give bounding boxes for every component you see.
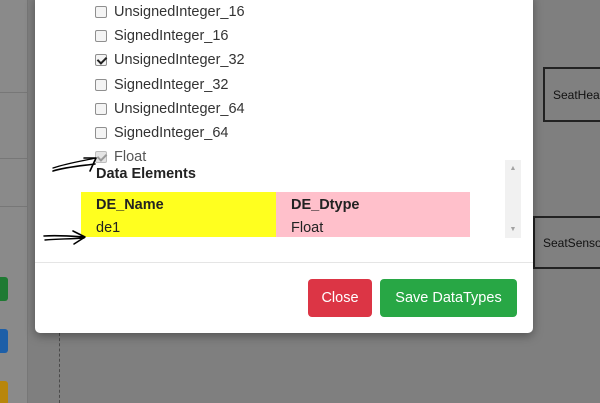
datatype-option[interactable]: UnsignedInteger_16 <box>95 0 245 24</box>
modal-footer-divider <box>35 262 533 263</box>
datatype-option[interactable]: SignedInteger_64 <box>95 121 245 145</box>
background-divider <box>0 92 28 93</box>
datatype-option[interactable]: UnsignedInteger_64 <box>95 97 245 121</box>
datatype-label: UnsignedInteger_64 <box>114 100 245 117</box>
datatype-option[interactable]: UnsignedInteger_32 <box>95 48 245 72</box>
checkbox[interactable] <box>95 127 107 140</box>
datatype-option[interactable]: SignedInteger_32 <box>95 73 245 97</box>
annotation-arrow-icon <box>43 230 86 245</box>
data-elements-panel: Data Elements DE_Name DE_Dtype de1 Float <box>81 165 487 239</box>
datatype-label: UnsignedInteger_32 <box>114 52 245 69</box>
checkbox[interactable] <box>95 102 107 115</box>
datatypes-modal: UnsignedInteger_16 SignedInteger_16 Unsi… <box>35 0 533 333</box>
annotation-arrow-icon <box>52 157 97 172</box>
checkbox[interactable] <box>95 30 107 43</box>
data-elements-scrollbar[interactable]: ▲ ▼ <box>505 160 521 238</box>
close-button[interactable]: Close <box>308 279 372 317</box>
column-header-de-dtype: DE_Dtype <box>276 192 470 217</box>
background-yellow-button[interactable] <box>0 381 8 403</box>
datatype-label: Float <box>114 149 147 166</box>
cell-de-name: de1 <box>81 217 276 237</box>
background-node-seat-heater[interactable]: SeatHea <box>543 67 600 122</box>
checkbox[interactable] <box>95 54 107 67</box>
datatype-option[interactable]: SignedInteger_16 <box>95 24 245 48</box>
scroll-up-icon[interactable]: ▲ <box>505 162 521 176</box>
datatype-label: UnsignedInteger_16 <box>114 4 245 21</box>
background-blue-button[interactable] <box>0 329 8 353</box>
background-divider <box>0 206 28 207</box>
datatype-label: SignedInteger_32 <box>114 76 229 93</box>
background-dashed-line <box>59 333 60 403</box>
background-node-label: SeatHea <box>553 87 600 102</box>
background-green-button[interactable] <box>0 277 8 301</box>
background-divider <box>0 158 28 159</box>
datatype-label: SignedInteger_64 <box>114 125 229 142</box>
checkbox[interactable] <box>95 78 107 91</box>
background-node-seat-sensor[interactable]: SeatSenso <box>533 216 600 269</box>
data-elements-title: Data Elements <box>96 166 196 182</box>
datatype-label: SignedInteger_16 <box>114 28 229 45</box>
data-elements-table: DE_Name DE_Dtype de1 Float <box>81 192 470 237</box>
table-header-row: DE_Name DE_Dtype <box>81 192 470 217</box>
column-header-de-name: DE_Name <box>81 192 276 217</box>
checkbox[interactable] <box>95 6 107 19</box>
datatype-checkbox-list: UnsignedInteger_16 SignedInteger_16 Unsi… <box>95 0 245 169</box>
scroll-down-icon[interactable]: ▼ <box>505 223 521 237</box>
save-datatypes-button[interactable]: Save DataTypes <box>380 279 517 317</box>
background-node-label: SeatSenso <box>543 235 600 250</box>
cell-de-dtype: Float <box>276 217 470 237</box>
table-row: de1 Float <box>81 217 470 237</box>
